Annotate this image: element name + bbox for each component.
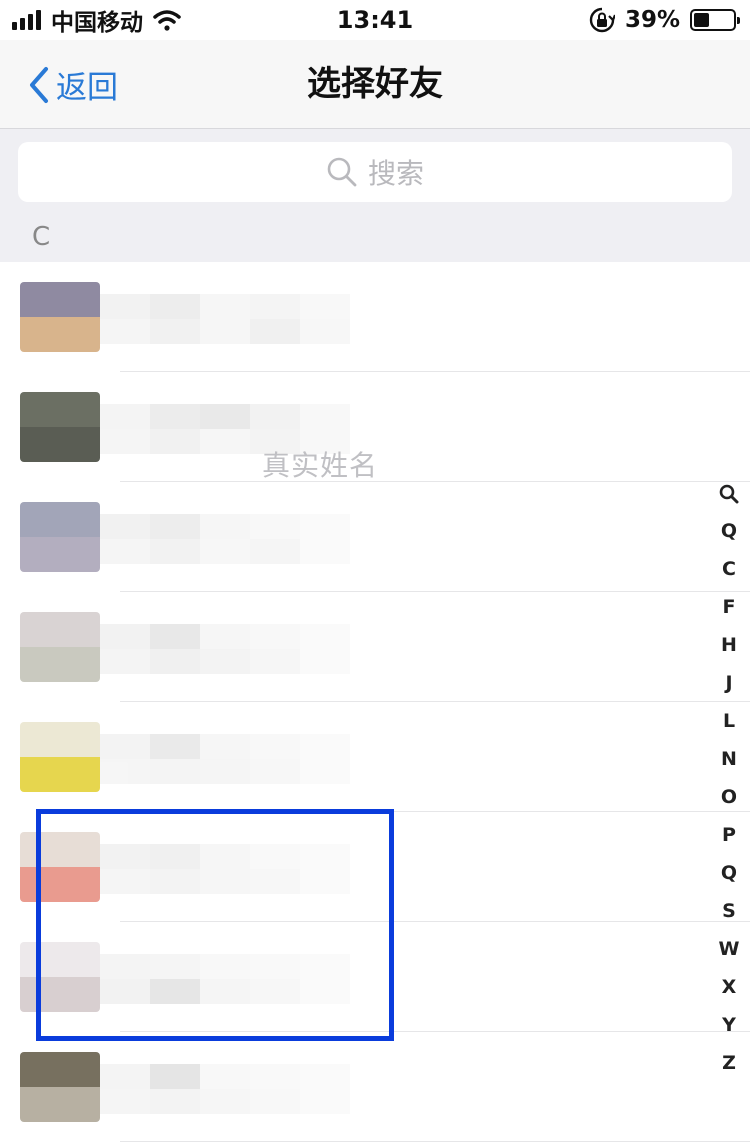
contact-name-blurred [100, 954, 350, 1004]
avatar [20, 942, 100, 1012]
status-right: 39% [589, 4, 740, 36]
contact-name-blurred [100, 624, 350, 674]
index-letter[interactable]: F [723, 588, 736, 626]
avatar [20, 282, 100, 352]
index-letter[interactable]: P [722, 816, 736, 854]
status-bar: 中国移动 13:41 39% [0, 0, 750, 40]
navigation-bar: 返回 选择好友 [0, 40, 750, 129]
index-letter[interactable]: Q [721, 512, 737, 550]
battery-fill [694, 13, 709, 27]
battery-icon [690, 9, 740, 31]
contact-subtitle: 真实姓名 [262, 449, 379, 482]
avatar [20, 392, 100, 462]
avatar [20, 502, 100, 572]
contact-name-blurred [100, 1064, 350, 1114]
search-placeholder: 搜索 [367, 157, 424, 190]
rotation-lock-icon [589, 7, 615, 33]
contact-row[interactable] [0, 592, 750, 702]
avatar [20, 722, 100, 792]
avatar [20, 612, 100, 682]
battery-percent: 39% [624, 7, 680, 33]
page-title: 选择好友 [307, 64, 443, 104]
alphabet-index-bar[interactable]: QCFHJLNOPQSWXYZ [714, 478, 744, 1082]
index-letter[interactable]: W [719, 930, 740, 968]
index-letter[interactable]: N [721, 740, 737, 778]
index-letter[interactable]: C [722, 550, 736, 588]
contact-row[interactable] [0, 262, 750, 372]
index-letter[interactable]: O [721, 778, 737, 816]
contact-name-blurred [100, 294, 350, 344]
index-letter[interactable]: H [721, 626, 737, 664]
search-icon [327, 157, 357, 187]
contact-name-blurred [100, 514, 350, 564]
section-letter: C [32, 222, 51, 252]
section-header: C [0, 216, 750, 262]
contact-row[interactable]: 真实姓名 [0, 372, 750, 482]
index-letter[interactable]: X [722, 968, 737, 1006]
search-input[interactable]: 搜索 [18, 142, 732, 202]
index-letter[interactable]: Y [722, 1006, 736, 1044]
contact-name-blurred [100, 844, 350, 894]
contact-row[interactable] [0, 922, 750, 1032]
contact-row[interactable] [0, 812, 750, 922]
index-letter[interactable]: S [722, 892, 736, 930]
index-letter[interactable]: Q [721, 854, 737, 892]
avatar [20, 832, 100, 902]
avatar [20, 1052, 100, 1122]
contact-row[interactable] [0, 702, 750, 812]
index-letter[interactable]: J [725, 664, 732, 702]
index-search-icon[interactable] [719, 484, 739, 504]
index-letter[interactable]: Z [722, 1044, 736, 1082]
search-area: 搜索 [0, 129, 750, 216]
contact-name-blurred [100, 734, 350, 784]
contact-row[interactable] [0, 482, 750, 592]
contact-list[interactable]: 真实姓名 [0, 262, 750, 1142]
index-letter[interactable]: L [723, 702, 735, 740]
